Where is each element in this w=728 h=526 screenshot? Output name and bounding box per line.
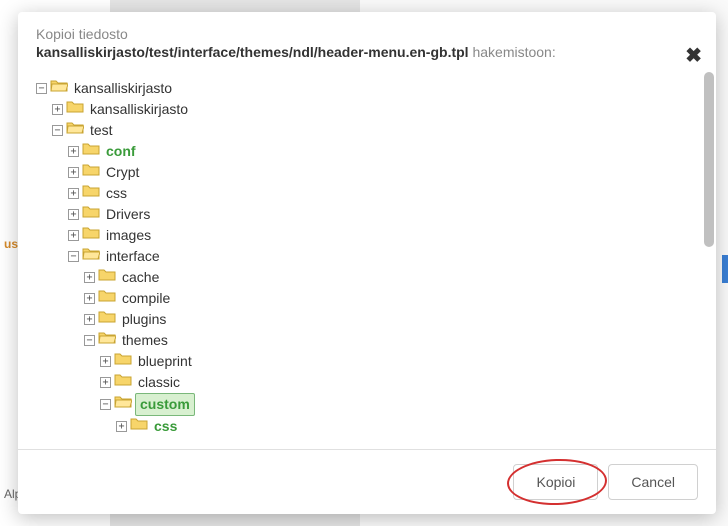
folder-icon [82,246,100,267]
folder-label[interactable]: themes [119,330,171,351]
dialog-subtitle: kansalliskirjasto/test/interface/themes/… [36,44,698,60]
folder-label[interactable]: plugins [119,309,169,330]
folder-icon [66,120,84,141]
tree-node[interactable]: + conf [68,141,688,162]
folder-label[interactable]: custom [135,393,195,416]
tree-node[interactable]: + blueprint [100,351,688,372]
tree-node[interactable]: + Crypt [68,162,688,183]
folder-label[interactable]: Drivers [103,204,153,225]
tree-toggle-icon[interactable]: + [52,104,63,115]
tree-node[interactable]: + Drivers [68,204,688,225]
folder-label[interactable]: Crypt [103,162,142,183]
tree-toggle-icon[interactable]: − [84,335,95,346]
folder-icon [114,394,132,415]
tree-node[interactable]: − themes [84,330,688,351]
folder-label[interactable]: conf [103,141,139,162]
dialog-title: Kopioi tiedosto [36,26,698,42]
folder-icon [82,204,100,225]
tree-toggle-icon[interactable]: + [68,230,79,241]
file-path: kansalliskirjasto/test/interface/themes/… [36,44,469,60]
folder-label[interactable]: images [103,225,154,246]
tree-toggle-icon[interactable]: + [84,293,95,304]
copy-file-dialog: Kopioi tiedosto kansalliskirjasto/test/i… [18,12,716,514]
tree-node[interactable]: − test [52,120,688,141]
folder-label[interactable]: css [103,183,130,204]
tree-toggle-icon[interactable]: + [100,377,111,388]
folder-icon [82,183,100,204]
tree-toggle-icon[interactable]: − [68,251,79,262]
background-blue-strip [722,255,728,283]
tree-node[interactable]: + cache [84,267,688,288]
tree-toggle-icon[interactable]: − [52,125,63,136]
folder-icon [98,288,116,309]
close-button[interactable]: ✖ [685,46,702,66]
dialog-footer: Kopioi Cancel [18,449,716,514]
tree-node[interactable]: + compile [84,288,688,309]
folder-label[interactable]: compile [119,288,173,309]
folder-label[interactable]: test [87,120,116,141]
tree-toggle-icon[interactable]: + [100,356,111,367]
folder-icon [66,99,84,120]
folder-icon [114,351,132,372]
tree-toggle-icon[interactable]: − [36,83,47,94]
folder-label[interactable]: kansalliskirjasto [71,78,175,99]
folder-label[interactable]: kansalliskirjasto [87,99,191,120]
tree-toggle-icon[interactable]: + [84,272,95,283]
folder-icon [98,330,116,351]
tree-toggle-icon[interactable]: + [68,209,79,220]
folder-icon [98,309,116,330]
dialog-body: − kansalliskirjasto + kansalliskirjasto − tes… [18,68,716,449]
tree-node[interactable]: + css [116,416,688,437]
folder-icon [114,372,132,393]
folder-label[interactable]: cache [119,267,162,288]
tree-node[interactable]: + kansalliskirjasto [52,99,688,120]
tree-node[interactable]: − kansalliskirjasto [36,78,688,99]
scrollbar-thumb[interactable] [704,72,714,247]
folder-icon [82,141,100,162]
folder-icon [50,78,68,99]
path-suffix: hakemistoon: [469,44,556,60]
folder-label[interactable]: blueprint [135,351,195,372]
tree-toggle-icon[interactable]: + [116,421,127,432]
folder-tree[interactable]: − kansalliskirjasto + kansalliskirjasto − tes… [36,78,688,437]
folder-icon [82,225,100,246]
tree-node[interactable]: + images [68,225,688,246]
folder-label[interactable]: interface [103,246,163,267]
close-icon: ✖ [685,45,702,67]
folder-icon [82,162,100,183]
tree-toggle-icon[interactable]: + [68,167,79,178]
tree-toggle-icon[interactable]: + [68,146,79,157]
tree-toggle-icon[interactable]: + [84,314,95,325]
tree-toggle-icon[interactable]: − [100,399,111,410]
folder-label[interactable]: css [151,416,180,437]
tree-node[interactable]: − interface [68,246,688,267]
tree-container: − kansalliskirjasto + kansalliskirjasto − tes… [36,78,688,449]
folder-icon [130,416,148,437]
tree-node[interactable]: + css [68,183,688,204]
cancel-button[interactable]: Cancel [608,464,698,500]
folder-label[interactable]: classic [135,372,183,393]
tree-node[interactable]: + plugins [84,309,688,330]
copy-button[interactable]: Kopioi [513,464,598,500]
tree-node[interactable]: + classic [100,372,688,393]
folder-icon [98,267,116,288]
tree-node[interactable]: − custom [100,393,688,416]
scrollbar[interactable] [702,70,716,250]
tree-toggle-icon[interactable]: + [68,188,79,199]
dialog-header: Kopioi tiedosto kansalliskirjasto/test/i… [18,12,716,68]
